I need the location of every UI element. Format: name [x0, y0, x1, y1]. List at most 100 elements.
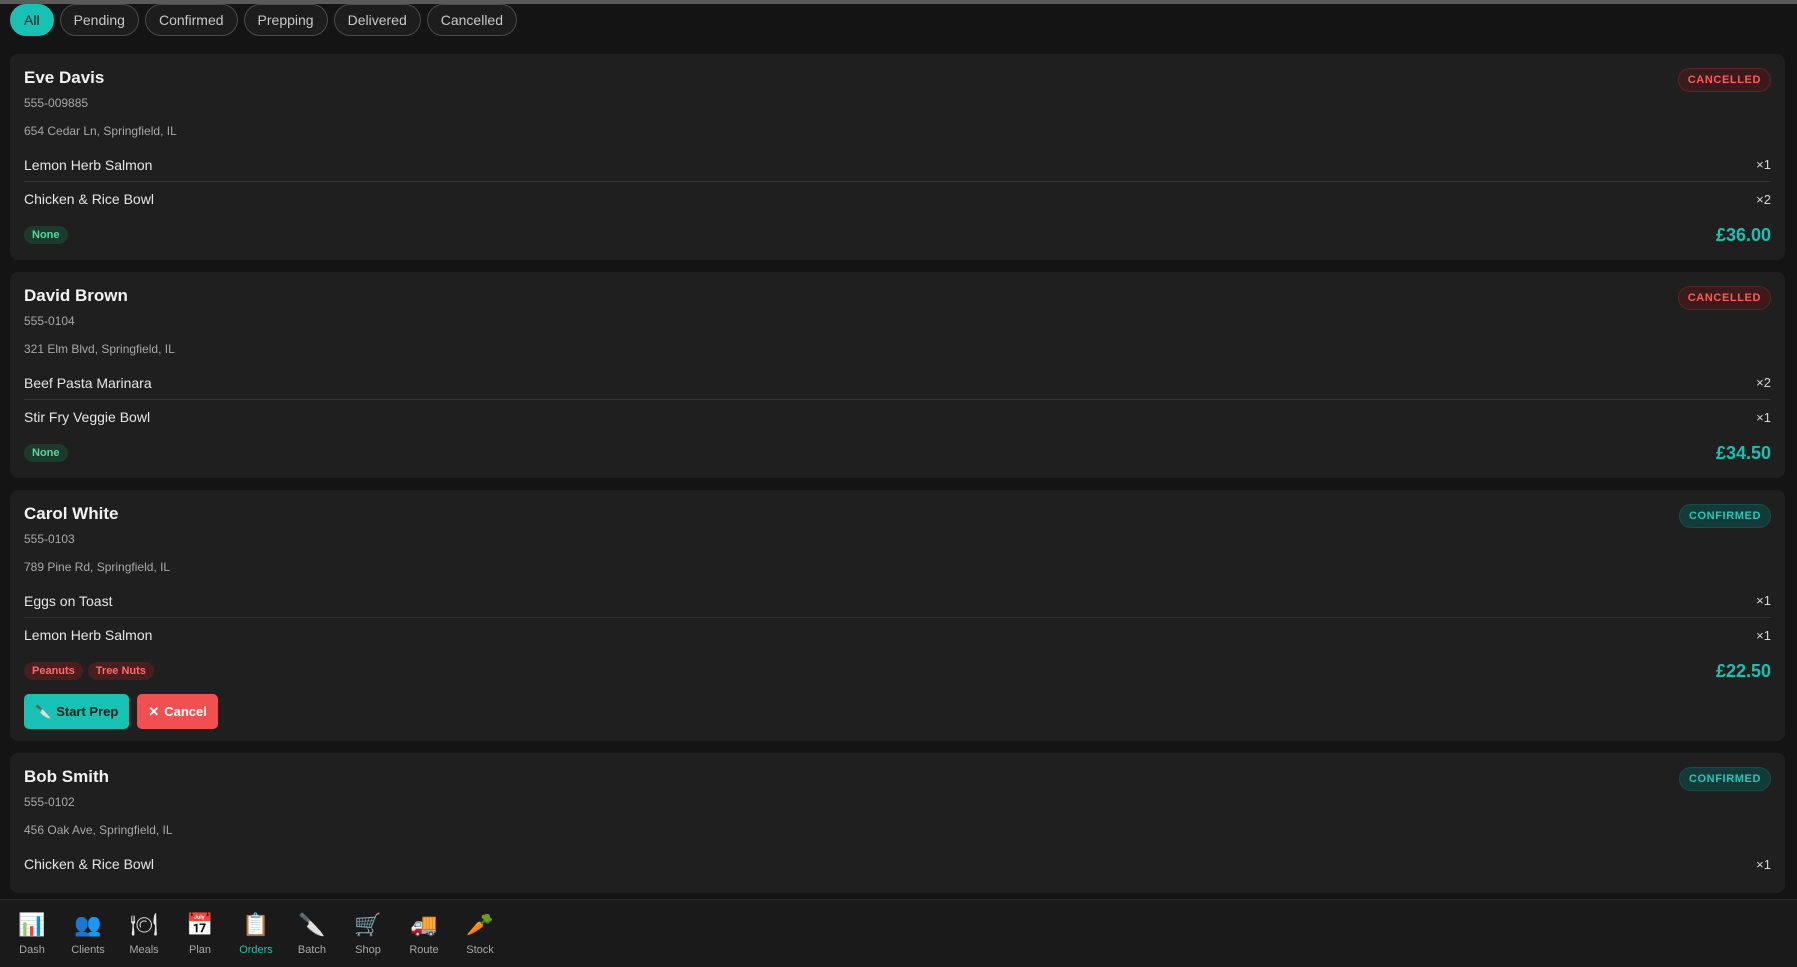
allergen-tags: None: [24, 226, 68, 244]
customer-address: 789 Pine Rd, Springfield, IL: [24, 560, 171, 574]
item-name: Lemon Herb Salmon: [24, 627, 153, 643]
item-qty: ×1: [1756, 856, 1771, 872]
allergen-tags: None: [24, 444, 68, 462]
item-name: Lemon Herb Salmon: [24, 156, 153, 173]
item-qty: ×1: [1756, 593, 1771, 608]
customer-phone: 555-0102: [24, 795, 75, 809]
nav-label: Dash: [19, 943, 45, 956]
start-prep-button[interactable]: 🔪 Start Prep: [24, 694, 130, 729]
nav-meals[interactable]: 🍽 Meals: [116, 912, 172, 956]
filter-all[interactable]: All: [10, 4, 54, 36]
filter-prepping[interactable]: Prepping: [243, 4, 328, 36]
nav-batch[interactable]: 🔪 Batch: [284, 912, 340, 956]
customer-phone: 555-009885: [24, 96, 89, 110]
order-items: Chicken & Rice Bowl ×1: [24, 847, 1771, 881]
cart-icon: 🛒: [354, 911, 382, 937]
nav-route[interactable]: 🚚 Route: [396, 912, 452, 956]
clipboard-icon: 📋: [242, 911, 270, 937]
customer-address: 321 Elm Blvd, Springfield, IL: [24, 342, 175, 356]
nav-label: Shop: [355, 943, 381, 956]
customer-name: David Brown: [24, 286, 128, 305]
order-footer: None £34.50: [24, 440, 1771, 466]
status-badge: CONFIRMED: [1678, 504, 1771, 528]
status-filter-bar: All Pending Confirmed Prepping Delivered…: [10, 4, 517, 36]
nav-label: Meals: [129, 943, 159, 956]
allergen-tag-peanuts: Peanuts: [24, 662, 83, 680]
filter-delivered[interactable]: Delivered: [333, 4, 421, 36]
bottom-nav: 📊 Dash 👥 Clients 🍽 Meals 📅 Plan 📋 Orders…: [0, 899, 1797, 967]
cancel-order-button[interactable]: ✕ Cancel: [137, 694, 218, 729]
item-name: Chicken & Rice Bowl: [24, 191, 154, 207]
nav-label: Route: [409, 943, 439, 956]
order-footer: None £36.00: [24, 222, 1771, 248]
order-item: Eggs on Toast ×1: [24, 584, 1771, 618]
order-item: Chicken & Rice Bowl ×1: [24, 847, 1771, 881]
order-total: £34.50: [1715, 442, 1771, 463]
item-qty: ×2: [1756, 375, 1771, 390]
status-badge: CANCELLED: [1677, 286, 1771, 310]
customer-phone: 555-0103: [24, 532, 75, 546]
item-name: Eggs on Toast: [24, 592, 113, 609]
allergen-tags: Peanuts Tree Nuts: [24, 662, 154, 680]
status-badge: CONFIRMED: [1678, 767, 1771, 791]
nav-label: Plan: [188, 943, 212, 956]
customer-name: Carol White: [24, 504, 119, 523]
order-card: David Brown 555-0104 321 Elm Blvd, Sprin…: [10, 272, 1785, 478]
customer-address: 456 Oak Ave, Springfield, IL: [24, 823, 173, 837]
item-qty: ×1: [1756, 409, 1771, 425]
filter-cancelled[interactable]: Cancelled: [426, 4, 517, 36]
order-card: Carol White 555-0103 789 Pine Rd, Spring…: [10, 490, 1785, 741]
nav-label: Batch: [297, 943, 327, 956]
nav-stock[interactable]: 🥕 Stock: [452, 912, 508, 956]
item-qty: ×1: [1756, 157, 1771, 172]
status-badge: CANCELLED: [1677, 68, 1771, 92]
nav-label: Stock: [466, 943, 494, 956]
customer-name: Eve Davis: [24, 68, 105, 87]
order-items: Lemon Herb Salmon ×1 Chicken & Rice Bowl…: [24, 148, 1771, 216]
item-name: Stir Fry Veggie Bowl: [24, 409, 151, 425]
item-qty: ×1: [1756, 627, 1771, 643]
order-card: Eve Davis 555-009885 654 Cedar Ln, Sprin…: [10, 54, 1785, 260]
customer-name: Bob Smith: [24, 767, 109, 786]
customer-address: 654 Cedar Ln, Springfield, IL: [24, 124, 177, 138]
order-footer: Peanuts Tree Nuts £22.50: [24, 658, 1771, 684]
order-item: Stir Fry Veggie Bowl ×1: [24, 400, 1771, 434]
item-name: Chicken & Rice Bowl: [24, 856, 154, 872]
nav-label: Clients: [71, 943, 105, 956]
nav-dash[interactable]: 📊 Dash: [4, 912, 60, 956]
order-actions: 🔪 Start Prep ✕ Cancel: [24, 694, 1771, 729]
nav-plan[interactable]: 📅 Plan: [172, 912, 228, 956]
nav-label: Orders: [239, 943, 273, 956]
order-item: Chicken & Rice Bowl ×2: [24, 182, 1771, 216]
nav-orders[interactable]: 📋 Orders: [228, 912, 284, 956]
filter-pending[interactable]: Pending: [59, 4, 139, 36]
knife-icon: 🔪: [298, 911, 326, 937]
customer-phone: 555-0104: [24, 314, 75, 328]
chart-icon: 📊: [18, 911, 46, 937]
allergen-tag-tree-nuts: Tree Nuts: [87, 662, 154, 680]
plate-icon: 🍽: [130, 911, 158, 937]
order-total: £22.50: [1715, 660, 1771, 681]
nav-shop[interactable]: 🛒 Shop: [340, 912, 396, 956]
allergen-tag: None: [24, 226, 68, 244]
order-total: £36.00: [1715, 224, 1771, 245]
order-item: Lemon Herb Salmon ×1: [24, 148, 1771, 182]
order-item: Beef Pasta Marinara ×2: [24, 366, 1771, 400]
order-item: Lemon Herb Salmon ×1: [24, 618, 1771, 652]
nav-clients[interactable]: 👥 Clients: [60, 912, 116, 956]
orders-list[interactable]: Eve Davis 555-009885 654 Cedar Ln, Sprin…: [10, 54, 1785, 899]
start-prep-label: Start Prep: [56, 704, 119, 719]
users-icon: 👥: [74, 911, 102, 937]
allergen-tag: None: [24, 444, 68, 462]
item-qty: ×2: [1756, 191, 1771, 207]
cancel-label: Cancel: [164, 704, 207, 719]
item-name: Beef Pasta Marinara: [24, 374, 152, 391]
close-icon: ✕: [148, 703, 160, 719]
filter-confirmed[interactable]: Confirmed: [144, 4, 238, 36]
order-items: Eggs on Toast ×1 Lemon Herb Salmon ×1: [24, 584, 1771, 652]
truck-icon: 🚚: [410, 911, 438, 937]
order-card: Bob Smith 555-0102 456 Oak Ave, Springfi…: [10, 753, 1785, 893]
calendar-icon: 📅: [186, 911, 214, 937]
knife-icon: 🔪: [35, 703, 52, 719]
carrot-icon: 🥕: [466, 911, 494, 937]
